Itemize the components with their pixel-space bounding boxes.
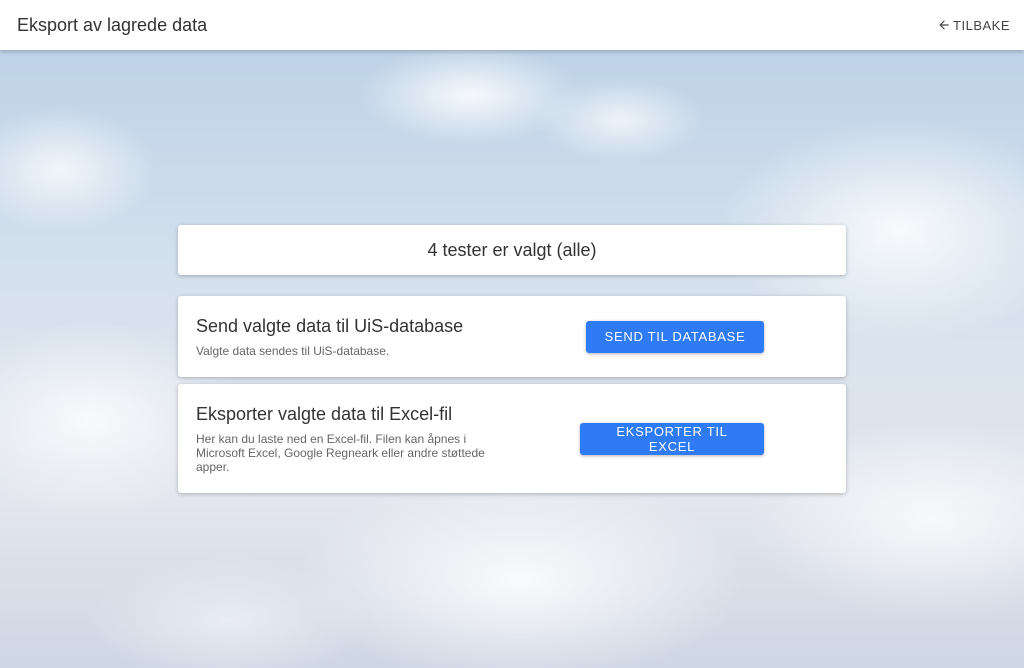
send-to-database-button[interactable]: SEND TIL DATABASE [586,320,764,353]
excel-card-text: Eksporter valgte data til Excel-fil Her … [196,404,496,474]
excel-card-title: Eksporter valgte data til Excel-fil [196,403,453,424]
page-title: Eksport av lagrede data [17,14,208,35]
database-card-description: Valgte data sendes til UiS-database. [196,343,390,358]
back-label: TILBAKE [953,17,1010,33]
database-card: Send valgte data til UiS-database Valgte… [178,296,846,377]
excel-card: Eksporter valgte data til Excel-fil Her … [178,384,846,493]
database-card-title: Send valgte data til UiS-database [196,315,464,336]
database-button-wrap: SEND TIL DATABASE [496,320,828,353]
app-bar: Eksport av lagrede data TILBAKE [0,0,1024,50]
export-panel: 4 tester er valgt (alle) Send valgte dat… [178,225,846,493]
back-button[interactable]: TILBAKE [937,18,1010,33]
excel-card-description: Her kan du laste ned en Excel-fil. Filen… [196,431,485,474]
database-card-text: Send valgte data til UiS-database Valgte… [196,316,496,358]
selection-summary-card: 4 tester er valgt (alle) [178,225,846,275]
selection-summary: 4 tester er valgt (alle) [427,239,597,260]
excel-button-wrap: EKSPORTER TIL EXCEL [496,422,828,455]
export-to-excel-button[interactable]: EKSPORTER TIL EXCEL [580,422,764,455]
arrow-left-icon [937,18,951,32]
